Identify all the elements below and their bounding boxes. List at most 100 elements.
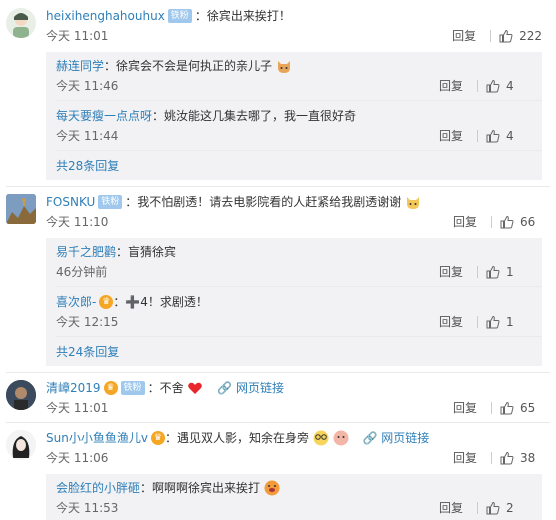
reply-divider: [56, 336, 542, 337]
comment-actions: 回复 65: [453, 399, 542, 417]
reply-button[interactable]: 回复: [439, 499, 463, 517]
username[interactable]: 每天要瘦一点点呀: [56, 109, 152, 123]
like-icon[interactable]: [500, 215, 514, 229]
fan-badge[interactable]: 铁粉: [98, 194, 123, 209]
link-icon: 🔗: [362, 431, 378, 445]
reply-actions: 回复 2: [439, 499, 528, 517]
reply-button[interactable]: 回复: [453, 399, 477, 417]
comment-actions: 回复 66: [453, 213, 542, 231]
reply-box: 赫连同学：徐宾会不会是何执正的亲儿子 今天 11:46 回复 4 每天要瘦一点点…: [46, 52, 542, 180]
like-icon[interactable]: [500, 451, 514, 465]
comment-header: Sun小小鱼鱼渔儿v ♛ ：遇见双人影，知余在身旁 🔗 网页链接: [46, 428, 548, 448]
like-count: 1: [506, 265, 514, 279]
reply-button[interactable]: 回复: [439, 313, 463, 331]
avatar[interactable]: [6, 8, 36, 38]
reply-header: 会脸红的小胖砸：啊啊啊徐宾出来挨打: [56, 478, 542, 498]
vip-crown-icon: ♛: [150, 430, 165, 445]
reply-text: ：啊啊啊徐宾出来挨打: [140, 481, 261, 495]
like-icon[interactable]: [499, 29, 513, 43]
glasses-emoji-icon: [313, 430, 329, 445]
timestamp: 46分钟前: [56, 265, 108, 279]
timestamp: 今天 11:01: [46, 29, 109, 43]
comment-actions: 回复 222: [452, 27, 542, 45]
more-replies-link[interactable]: 共24条回复: [56, 343, 119, 361]
comment-divider: [6, 186, 550, 187]
divider: [491, 452, 492, 464]
reply-button[interactable]: 回复: [453, 449, 477, 467]
reply-button[interactable]: 回复: [439, 127, 463, 145]
username[interactable]: Sun小小鱼鱼渔儿v: [46, 431, 148, 445]
heart-icon: [188, 382, 203, 394]
timestamp: 今天 11:46: [56, 79, 119, 93]
like-count: 1: [506, 315, 514, 329]
divider: [490, 30, 492, 42]
like-icon[interactable]: [486, 129, 500, 143]
username[interactable]: 清嶂2019: [46, 381, 101, 395]
angry-emoji-icon: [264, 480, 280, 495]
divider: [477, 80, 478, 92]
reply-button[interactable]: 回复: [439, 77, 463, 95]
reply-text: ：➕4！求剧透！: [113, 295, 208, 309]
reply-text: ：盲猜徐宾: [116, 245, 177, 259]
comment-text: ：遇见双人影，知余在身旁: [164, 431, 309, 445]
like-count: 4: [506, 79, 514, 93]
vip-crown-icon: ♛: [99, 294, 114, 309]
like-icon[interactable]: [486, 315, 500, 329]
reply-button[interactable]: 回复: [439, 263, 463, 281]
timestamp: 今天 11:10: [46, 215, 109, 229]
reply-text: ：姚汝能这几集去哪了，我一直很好奇: [152, 109, 357, 123]
reply-actions: 回复 4: [439, 77, 528, 95]
username[interactable]: heixihenghahouhux: [46, 9, 165, 23]
reply-actions: 回复 1: [439, 263, 528, 281]
divider: [491, 402, 492, 414]
like-count: 66: [520, 215, 536, 229]
avatar[interactable]: [6, 380, 36, 410]
comment-divider: [6, 372, 550, 373]
like-icon[interactable]: [486, 265, 500, 279]
comment-text: ：徐宾出来挨打！: [194, 9, 291, 23]
like-count: 4: [506, 129, 514, 143]
comment-header: 清嶂2019 ♛ 铁粉 ：不舍 🔗 网页链接: [46, 378, 548, 398]
reply-header: 喜次郎- ♛ ：➕4！求剧透！: [56, 292, 542, 312]
like-count: 2: [506, 501, 514, 515]
divider: [477, 266, 478, 278]
divider: [477, 316, 478, 328]
cat-emoji-icon: [277, 60, 290, 73]
web-link[interactable]: 🔗 网页链接: [362, 431, 429, 445]
username[interactable]: 赫连同学: [56, 59, 104, 73]
fan-badge[interactable]: 铁粉: [167, 8, 192, 23]
comment-header: heixihenghahouhux 铁粉 ：徐宾出来挨打！: [46, 6, 548, 26]
link-icon: 🔗: [217, 381, 233, 395]
avatar[interactable]: [6, 194, 36, 224]
reply-button[interactable]: 回复: [453, 213, 477, 231]
like-count: 65: [520, 401, 536, 415]
like-icon[interactable]: [486, 79, 500, 93]
comment-divider: [6, 422, 550, 423]
avatar[interactable]: [6, 430, 36, 460]
cat-emoji-icon: [407, 196, 420, 209]
fan-badge[interactable]: 铁粉: [120, 380, 145, 395]
comment-actions: 回复 38: [453, 449, 542, 467]
reply-button[interactable]: 回复: [452, 27, 476, 45]
username[interactable]: 会脸红的小胖砸: [56, 481, 140, 495]
timestamp: 今天 11:53: [56, 501, 119, 515]
username[interactable]: FOSNKU: [46, 195, 95, 209]
more-replies-link[interactable]: 共28条回复: [56, 157, 119, 175]
web-link-label: 网页链接: [381, 431, 430, 445]
reply-header: 赫连同学：徐宾会不会是何执正的亲儿子: [56, 56, 542, 76]
comment-header: FOSNKU 铁粉 ：我不怕剧透！请去电影院看的人赶紧给我剧透谢谢: [46, 192, 548, 212]
reply-box: 易千之肥鹳：盲猜徐宾 46分钟前 回复 1 喜次郎- ♛ ：➕4！求剧透！ 今天 1…: [46, 238, 542, 366]
username[interactable]: 易千之肥鹳: [56, 245, 116, 259]
comment-text: ：我不怕剧透！请去电影院看的人赶紧给我剧透谢谢: [125, 195, 402, 209]
reply-divider: [56, 100, 542, 101]
like-icon[interactable]: [486, 501, 500, 515]
username[interactable]: 喜次郎-: [56, 295, 96, 309]
like-icon[interactable]: [500, 401, 514, 415]
reply-actions: 回复 4: [439, 127, 528, 145]
vip-crown-icon: ♛: [103, 380, 118, 395]
reply-header: 每天要瘦一点点呀：姚汝能这几集去哪了，我一直很好奇: [56, 106, 542, 126]
timestamp: 今天 12:15: [56, 315, 119, 329]
web-link[interactable]: 🔗 网页链接: [217, 381, 284, 395]
divider: [477, 130, 478, 142]
like-count: 38: [520, 451, 536, 465]
